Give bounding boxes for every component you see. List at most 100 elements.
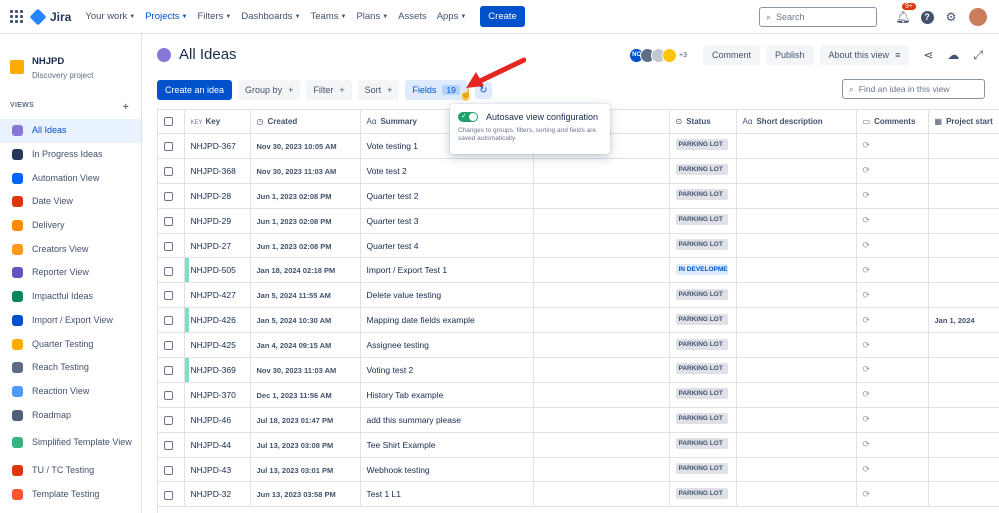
key-cell[interactable]: NHJPD-44 [184, 432, 251, 458]
filter-button[interactable]: Filter + [306, 80, 352, 100]
nav-item-plans[interactable]: Plans ▼ [356, 11, 388, 22]
autosave-toggle[interactable]: ✓ [458, 112, 478, 122]
nav-item-dashboards[interactable]: Dashboards ▼ [241, 11, 300, 22]
idea-summary[interactable]: Vote testing 1 [367, 141, 419, 151]
status-cell[interactable]: PARKING LOT [669, 332, 737, 359]
row-checkbox[interactable] [164, 266, 173, 276]
project-start-cell[interactable] [928, 183, 999, 209]
comment-icon[interactable]: ⟳ [863, 140, 871, 150]
status-badge[interactable]: IN DEVELOPMENT [675, 263, 728, 275]
summary-cell[interactable]: Vote test 2 [360, 158, 534, 184]
comment-icon[interactable]: ⟳ [863, 439, 871, 449]
global-search-input[interactable]: ⌕ Search [759, 7, 877, 27]
short-description-cell[interactable] [736, 457, 857, 483]
status-cell[interactable]: PARKING LOT [669, 357, 737, 383]
project-start-cell[interactable] [928, 233, 999, 259]
status-badge[interactable]: PARKING LOT [675, 363, 728, 375]
row-select-cell[interactable] [158, 457, 185, 483]
collaborator-avatars[interactable]: NC +3 [629, 47, 687, 63]
add-view-icon[interactable]: + [123, 102, 129, 113]
summary-cell[interactable]: Voting test 2 [360, 357, 534, 383]
summary-cell[interactable]: Quarter test 2 [360, 183, 534, 209]
comment-icon[interactable]: ⟳ [863, 340, 871, 350]
short-description-cell[interactable] [736, 382, 857, 408]
sort-button[interactable]: Sort + [357, 80, 400, 100]
idea-summary[interactable]: add this summary please [367, 415, 462, 425]
idea-key[interactable]: NHJPD-367 [191, 141, 236, 151]
status-cell[interactable]: PARKING LOT [669, 158, 737, 184]
short-description-cell[interactable] [736, 332, 857, 359]
table-row[interactable]: NHJPD-427 Jan 5, 2024 11:55 AM Delete valu… [158, 282, 999, 309]
idea-key[interactable]: NHJPD-43 [191, 465, 232, 475]
project-start-cell[interactable]: Jan 1, 2024 [928, 307, 999, 334]
row-select-cell[interactable] [158, 357, 185, 383]
summary-cell[interactable]: Mapping date fields example [360, 307, 534, 334]
table-row[interactable]: NHJPD-27 Jun 1, 2023 02:08 PM Quarter test… [158, 233, 999, 259]
short-description-cell[interactable] [736, 133, 857, 159]
idea-summary[interactable]: Quarter test 3 [367, 216, 419, 226]
row-checkbox[interactable] [164, 241, 173, 251]
comments-cell[interactable]: ⟳ [856, 133, 929, 159]
comments-cell[interactable]: ⟳ [856, 432, 929, 458]
column-header-comments[interactable]: ▭ Comments [856, 109, 929, 134]
comment-icon[interactable]: ⟳ [863, 464, 871, 474]
idea-summary[interactable]: Vote test 2 [367, 166, 407, 176]
sidebar-item-delivery[interactable]: Delivery [0, 214, 141, 238]
project-start-cell[interactable] [928, 208, 999, 234]
summary-cell[interactable]: Test 1 L1 [360, 481, 534, 508]
short-description-cell[interactable] [736, 257, 857, 284]
column-header-key[interactable]: KEY Key [184, 109, 251, 134]
row-checkbox[interactable] [164, 366, 173, 376]
key-cell[interactable]: NHJPD-427 [184, 282, 251, 309]
project-start-cell[interactable] [928, 257, 999, 284]
table-row[interactable]: NHJPD-44 Jul 13, 2023 03:08 PM Tee Shirt E… [158, 432, 999, 458]
project-start-cell[interactable] [928, 158, 999, 184]
project-start-cell[interactable] [928, 407, 999, 433]
fullscreen-icon[interactable]: ⤢ [973, 48, 983, 63]
status-cell[interactable]: PARKING LOT [669, 208, 737, 234]
table-row[interactable]: NHJPD-46 Jul 18, 2023 01:47 PM add this su… [158, 407, 999, 433]
project-start-cell[interactable] [928, 481, 999, 508]
summary-cell[interactable]: Quarter test 4 [360, 233, 534, 259]
row-checkbox[interactable] [164, 465, 173, 475]
sidebar-item-import-export-view[interactable]: Import / Export View [0, 309, 141, 333]
comment-icon[interactable]: ⟳ [863, 364, 871, 374]
summary-cell[interactable]: Import / Export Test 1 [360, 257, 534, 284]
table-row[interactable]: NHJPD-32 Jun 13, 2023 03:58 PM Test 1 L1 PA… [158, 481, 999, 508]
idea-summary[interactable]: Tee Shirt Example [367, 440, 436, 450]
idea-key[interactable]: NHJPD-44 [191, 440, 232, 450]
key-cell[interactable]: NHJPD-505 [184, 257, 251, 284]
comments-cell[interactable]: ⟳ [856, 332, 929, 359]
status-badge[interactable]: PARKING LOT [675, 388, 728, 400]
key-cell[interactable]: NHJPD-27 [184, 233, 251, 259]
row-select-cell[interactable] [158, 158, 185, 184]
project-start-cell[interactable] [928, 332, 999, 359]
summary-cell[interactable]: Webhook testing [360, 457, 534, 483]
status-badge[interactable]: PARKING LOT [675, 413, 728, 425]
column-header-created[interactable]: ◷ Created [250, 109, 361, 134]
summary-cell[interactable]: Tee Shirt Example [360, 432, 534, 458]
sidebar-item-creators-view[interactable]: Creators View [0, 237, 141, 261]
table-row[interactable]: NHJPD-426 Jan 5, 2024 10:30 AM Mapping dat… [158, 307, 999, 334]
comments-cell[interactable]: ⟳ [856, 257, 929, 284]
row-checkbox[interactable] [164, 341, 173, 351]
short-description-cell[interactable] [736, 357, 857, 383]
cloud-upload-icon[interactable]: ☁ [947, 48, 959, 62]
settings-button[interactable]: ⚙ [943, 9, 959, 25]
idea-summary[interactable]: Quarter test 4 [367, 241, 419, 251]
table-row[interactable]: NHJPD-369 Nov 30, 2023 11:03 AM Voting tes… [158, 357, 999, 383]
status-cell[interactable]: PARKING LOT [669, 133, 737, 159]
comment-icon[interactable]: ⟳ [863, 290, 871, 300]
project-start-cell[interactable] [928, 432, 999, 458]
comments-cell[interactable]: ⟳ [856, 158, 929, 184]
status-cell[interactable]: PARKING LOT [669, 282, 737, 309]
comment-icon[interactable]: ⟳ [863, 489, 871, 499]
status-cell[interactable]: PARKING LOT [669, 233, 737, 259]
row-select-cell[interactable] [158, 307, 185, 334]
sidebar-item-date-view[interactable]: Date View [0, 190, 141, 214]
status-cell[interactable]: IN DEVELOPMENT [669, 257, 737, 284]
short-description-cell[interactable] [736, 282, 857, 309]
row-checkbox[interactable] [164, 142, 173, 152]
user-avatar[interactable] [969, 8, 987, 26]
about-view-button[interactable]: About this view ≡ [819, 45, 910, 65]
